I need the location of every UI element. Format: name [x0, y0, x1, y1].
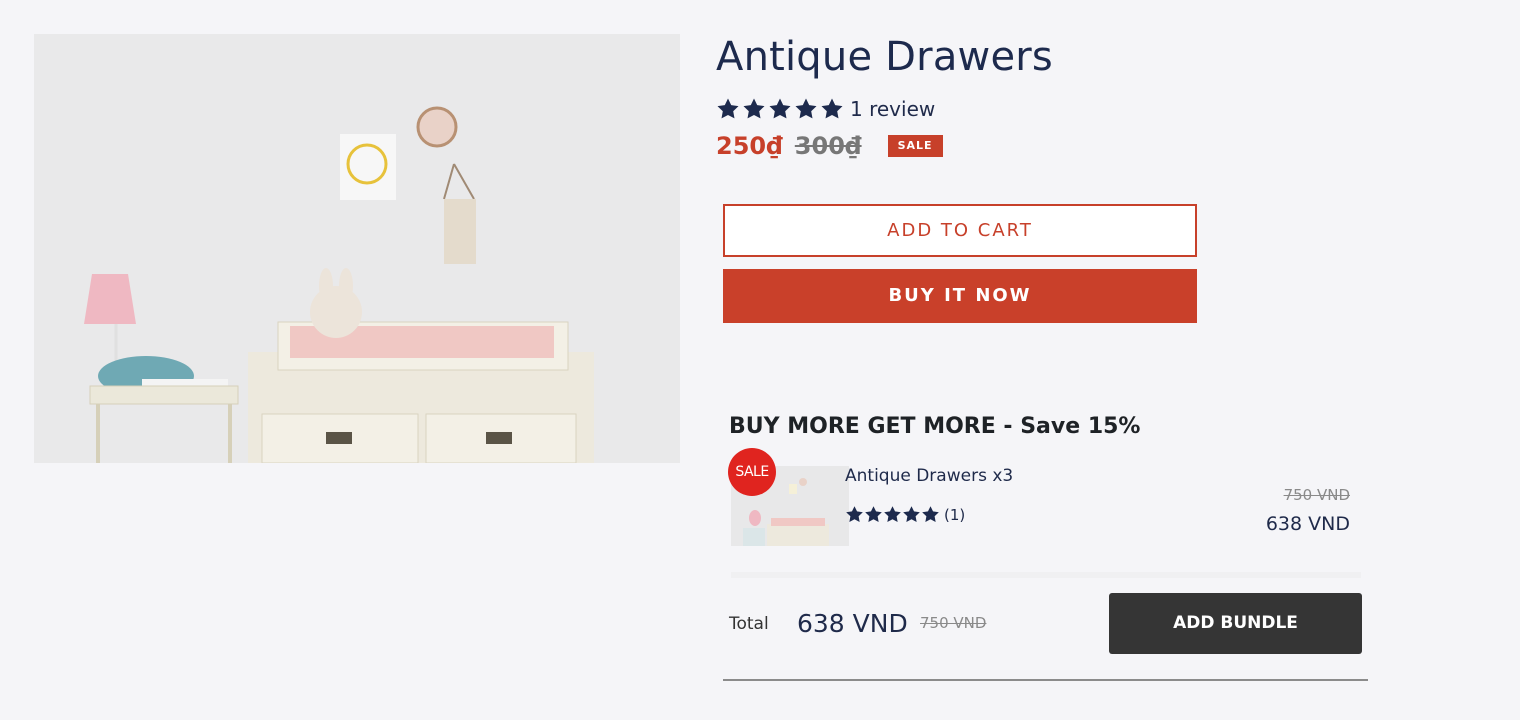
- star-icon: [902, 505, 921, 524]
- review-count-link[interactable]: 1 review: [850, 97, 935, 121]
- price-row: 250₫ 300₫ SALE: [716, 130, 943, 162]
- star-icon: [794, 97, 818, 121]
- bundle-item-rating: (1): [845, 505, 965, 524]
- sale-badge: SALE: [887, 135, 943, 157]
- add-bundle-button[interactable]: ADD BUNDLE: [1109, 593, 1362, 654]
- star-icon: [742, 97, 766, 121]
- star-icon: [768, 97, 792, 121]
- total-old-price: 750 VND: [920, 614, 987, 632]
- total-label: Total: [729, 614, 769, 634]
- star-icon: [845, 505, 864, 524]
- star-icon: [883, 505, 902, 524]
- bundle-item-old-price: 750 VND: [1283, 486, 1350, 504]
- product-title: Antique Drawers: [716, 34, 1053, 80]
- rating-stars: [716, 97, 844, 121]
- bundle-divider: [731, 572, 1361, 578]
- bundle-item-price: 638 VND: [1265, 513, 1350, 535]
- star-icon: [820, 97, 844, 121]
- add-to-cart-button[interactable]: ADD TO CART: [723, 204, 1197, 257]
- sale-price: 250₫: [716, 132, 783, 160]
- product-rating: 1 review: [716, 96, 935, 122]
- bundle-heading: BUY MORE GET MORE - Save 15%: [729, 414, 1141, 439]
- bundle-sale-badge: SALE: [728, 448, 776, 496]
- total-price: 638 VND: [797, 609, 908, 638]
- star-icon: [921, 505, 940, 524]
- star-icon: [716, 97, 740, 121]
- star-icon: [864, 505, 883, 524]
- section-divider: [723, 679, 1368, 681]
- compare-price: 300₫: [794, 132, 862, 160]
- bundle-item-name[interactable]: Antique Drawers x3: [845, 466, 1013, 486]
- bundle-review-count: (1): [944, 505, 966, 524]
- buy-it-now-button[interactable]: BUY IT NOW: [723, 269, 1197, 323]
- product-image[interactable]: [34, 34, 680, 463]
